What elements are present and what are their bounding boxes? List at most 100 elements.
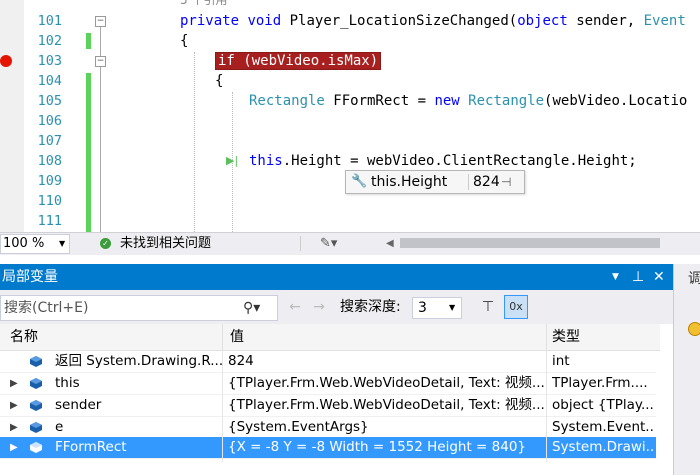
search-icon[interactable]: ⚲▾ [243,296,260,320]
column-separator [546,324,547,350]
keyword-void: void [247,13,282,29]
change-indicator [86,33,91,49]
forward-arrow-icon[interactable]: → [310,296,328,318]
return-value-icon [30,356,42,367]
locals-title-bar[interactable]: 局部变量 ▼ ⊥ ✕ [0,264,673,290]
table-row[interactable]: ▶ e {System.EventArgs} System.Event... [0,417,656,439]
line-number: 103 [37,53,62,69]
variable-value[interactable]: {TPlayer.Frm.Web.WebVideoDetail, Text: 视… [228,373,546,394]
editor-status-bar: 100 % ▼ ✓ 未找到相关问题 ✎▾ ◀ [0,232,700,255]
expand-icon[interactable]: ▶ [10,437,18,458]
chevron-down-icon: ▼ [449,303,456,312]
code-line-102[interactable]: { [180,31,188,51]
variable-type: object {TPlay... [552,397,654,413]
expand-icon[interactable]: ▶ [10,417,18,438]
variable-name: this [55,375,80,391]
window-position-dropdown-icon[interactable]: ▼ [612,264,619,290]
object-icon [30,442,42,453]
datatip-separator [468,174,469,190]
back-arrow-icon[interactable]: ← [286,296,304,318]
line-number: 109 [37,173,62,189]
collapse-icon[interactable]: − [95,56,106,67]
line-number: 101 [37,13,62,29]
pin-icon[interactable]: ⊣ [501,171,511,193]
line-number: 106 [37,113,62,129]
variable-value[interactable]: {TPlayer.Frm.Web.WebVideoDetail, Text: 视… [228,395,546,416]
code-line-108[interactable]: this.Height = webVideo.ClientRectangle.H… [249,151,637,171]
code-line-103[interactable]: if (webVideo.isMax) [215,51,382,71]
codelens-references[interactable]: 5 个引用 [180,0,227,8]
object-icon [30,400,42,411]
expand-icon[interactable]: ▶ [10,373,18,394]
breakpoint-icon[interactable] [0,55,12,67]
variable-declaration: FFormRect = [324,93,435,109]
keyword-this: this [249,153,283,169]
keyword-private: private [180,13,240,29]
variable-value[interactable]: 824 [228,351,546,372]
search-depth-value: 3 [418,300,427,316]
fold-guide-line [100,67,101,232]
search-input[interactable]: 搜索(Ctrl+E) ⚲▾ [0,295,278,321]
fold-guide-line [100,27,101,56]
code-editor[interactable]: 5 个引用 101 102 103 104 105 106 107 108 10… [0,0,700,232]
type-rectangle: Rectangle [249,93,325,109]
code-line-105[interactable]: Rectangle FFormRect = new Rectangle(webV… [249,91,687,111]
column-separator [222,350,223,462]
column-header-name[interactable]: 名称 [10,324,38,350]
column-separator [222,324,223,350]
zoom-level: 100 % [3,236,45,251]
pin-view-icon[interactable]: ⊤ [478,296,498,318]
side-panel[interactable]: 调 [673,264,700,475]
table-row-selected[interactable]: ▶ FFormRect {X = -8 Y = -8 Width = 1552 … [0,437,656,459]
line-number: 107 [37,133,62,149]
status-divider [300,236,301,251]
expand-icon[interactable]: ▶ [10,395,18,416]
variable-value[interactable]: {System.EventArgs} [228,417,546,438]
line-number: 102 [37,33,62,49]
datatip-value[interactable]: 824 [473,171,500,193]
quick-actions-icon[interactable]: ✎▾ [320,233,337,254]
column-header-type[interactable]: 类型 [552,324,580,350]
variable-name: 返回 System.Drawing.R... [55,353,222,369]
chevron-down-icon: ▼ [59,239,66,248]
variable-name: sender [55,397,102,413]
search-depth-dropdown[interactable]: 3 ▼ [412,297,462,319]
pin-icon[interactable]: ⊥ [632,264,644,290]
variable-name: FFormRect [55,439,127,455]
table-row[interactable]: 返回 System.Drawing.R... 824 int [0,351,656,373]
wrench-icon: 🔧 [351,174,368,189]
grid-header: 名称 值 类型 [0,324,660,351]
datatip[interactable]: 🔧 this.Height 824 ⊣ [345,170,525,194]
run-to-click-icon[interactable]: ▶| [226,151,238,171]
variable-value[interactable]: {X = -8 Y = -8 Width = 1552 Height = 840… [228,437,546,458]
panel-title: 局部变量 [2,269,58,285]
line-number: 104 [37,73,62,89]
column-header-value[interactable]: 值 [230,324,244,350]
object-icon [30,378,42,389]
variable-type: System.Drawi... [552,439,654,455]
hex-display-icon[interactable]: 0x [504,295,528,319]
code-line-101[interactable]: private void Player_LocationSizeChanged(… [180,11,686,31]
collapse-icon[interactable]: − [95,16,106,27]
side-panel-label: 调 [688,271,700,287]
type-rectangle: Rectangle [468,93,545,109]
indent-guide [194,52,195,232]
table-row[interactable]: ▶ this {TPlayer.Frm.Web.WebVideoDetail, … [0,373,656,395]
datatip-expression: this.Height [371,174,448,190]
line-number: 105 [37,93,62,109]
close-icon[interactable]: ✕ [653,264,665,290]
code-line-104[interactable]: { [215,71,223,91]
variable-name: e [55,419,64,435]
keyword-object: object [517,13,568,29]
column-separator [546,350,547,462]
issues-status[interactable]: 未找到相关问题 [120,233,211,254]
check-circle-icon: ✓ [100,238,111,249]
breakpoint-margin[interactable] [0,0,24,232]
type-eventargs: Event [643,13,686,29]
assignment: .Height = webVideo.ClientRectangle.Heigh… [282,153,637,169]
zoom-dropdown[interactable]: 100 % ▼ [0,234,70,254]
breakpoint-highlight: if (webVideo.isMax) [215,52,382,70]
scroll-left-icon[interactable]: ◀ [386,233,394,254]
horizontal-scrollbar[interactable] [400,238,660,248]
table-row[interactable]: ▶ sender {TPlayer.Frm.Web.WebVideoDetail… [0,395,656,417]
